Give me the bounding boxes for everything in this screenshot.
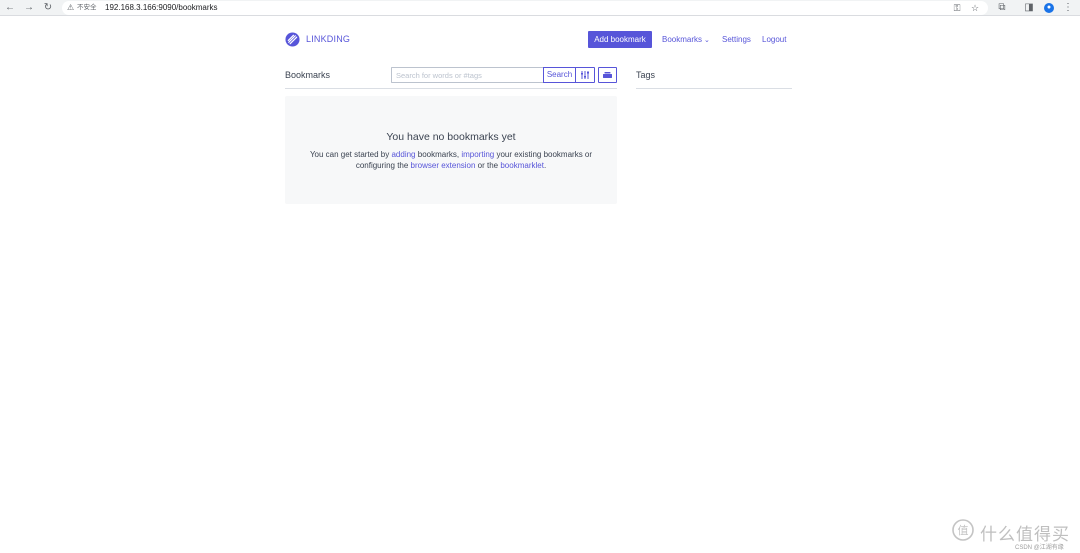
warning-icon[interactable]: ⚠	[67, 1, 74, 15]
tags-heading: Tags	[636, 70, 656, 80]
browser-extension-link[interactable]: browser extension	[411, 161, 476, 170]
search-input[interactable]	[391, 67, 544, 83]
importing-link[interactable]: importing	[461, 150, 494, 159]
url-text[interactable]: 192.168.3.166:9090/bookmarks	[105, 1, 218, 15]
nav-logout-link[interactable]: Logout	[762, 35, 786, 44]
watermark-sub: CSDN @江湖有缘	[1015, 545, 1064, 551]
side-panel-icon[interactable]: ◨	[1022, 1, 1036, 15]
empty-text-part: or the	[475, 161, 501, 170]
svg-text:值: 值	[958, 524, 969, 537]
profile-avatar-icon[interactable]: ●	[1044, 3, 1054, 13]
menu-dots-icon[interactable]: ⋮	[1061, 1, 1075, 15]
empty-state-text: You can get started by adding bookmarks,…	[295, 149, 607, 171]
brand-name[interactable]: LINKDING	[306, 34, 350, 44]
bookmarks-heading: Bookmarks	[285, 70, 331, 80]
chevron-down-icon: ⌄	[704, 37, 710, 44]
empty-text-part: You can get started by	[309, 150, 392, 159]
linkding-logo-icon[interactable]	[285, 32, 300, 47]
address-bar[interactable]: ⚠ 不安全 192.168.3.166:9090/bookmarks ⚿ ☆	[62, 1, 988, 15]
sliders-icon	[581, 71, 589, 79]
bulk-edit-button[interactable]	[598, 67, 617, 83]
tags-divider	[636, 88, 792, 89]
star-icon[interactable]: ☆	[969, 1, 981, 15]
bookmarklet-link[interactable]: bookmarklet	[500, 161, 544, 170]
empty-state: You have no bookmarks yet You can get st…	[285, 96, 617, 204]
adding-link[interactable]: adding	[391, 150, 415, 159]
key-icon[interactable]: ⚿	[951, 1, 963, 15]
add-bookmark-button[interactable]: Add bookmark	[588, 31, 652, 48]
empty-text-part: bookmarks,	[415, 150, 462, 159]
browser-toolbar: ← → ↻ ⚠ 不安全 192.168.3.166:9090/bookmarks…	[0, 0, 1080, 16]
nav-bookmarks-dropdown[interactable]: Bookmarks ⌄	[662, 35, 710, 44]
watermark-logo-icon: 值	[952, 519, 974, 541]
extensions-icon[interactable]: ⧉	[995, 1, 1009, 15]
reload-icon[interactable]: ↻	[41, 1, 55, 15]
empty-text-part: .	[543, 161, 547, 170]
security-label[interactable]: 不安全	[77, 1, 97, 15]
back-icon[interactable]: ←	[3, 1, 17, 15]
forward-icon[interactable]: →	[22, 1, 36, 15]
bookmarks-divider	[285, 88, 617, 89]
stack-icon	[603, 72, 612, 78]
empty-state-title: You have no bookmarks yet	[386, 131, 516, 143]
nav-bookmarks-label: Bookmarks	[662, 35, 703, 44]
search-options-button[interactable]	[575, 67, 595, 83]
search-button[interactable]: Search	[543, 67, 576, 83]
nav-settings-link[interactable]: Settings	[722, 35, 751, 44]
